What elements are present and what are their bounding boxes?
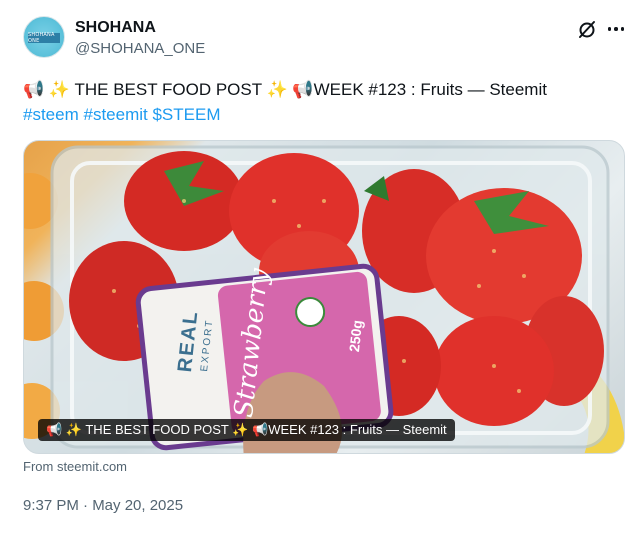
avatar[interactable]: SHOHANA ONE xyxy=(23,16,65,58)
grok-icon[interactable] xyxy=(576,18,598,40)
more-icon[interactable] xyxy=(604,18,628,40)
tweet-text: 📢 ✨ THE BEST FOOD POST ✨ 📢WEEK #123 : Fr… xyxy=(23,77,623,127)
tweet-line: 📢 ✨ THE BEST FOOD POST ✨ 📢WEEK #123 : Fr… xyxy=(23,80,547,99)
hashtag-steem[interactable]: #steem xyxy=(23,105,79,124)
card-image xyxy=(24,145,624,453)
label-weight: 250g xyxy=(346,319,366,353)
link-source[interactable]: From steemit.com xyxy=(23,459,127,474)
hashtag-row: #steem #steemit $STEEM xyxy=(23,102,623,127)
avatar-text: SHOHANA ONE xyxy=(28,32,55,44)
cashtag-steem[interactable]: $STEEM xyxy=(152,105,220,124)
card-caption: 📢 ✨ THE BEST FOOD POST ✨ 📢WEEK #123 : Fr… xyxy=(38,419,455,441)
author-display-name[interactable]: SHOHANA xyxy=(75,19,156,37)
author-handle[interactable]: @SHOHANA_ONE xyxy=(75,40,205,57)
hashtag-steemit[interactable]: #steemit xyxy=(83,105,147,124)
link-card[interactable]: REAL EXPORT Strawberry 250g 📢 ✨ THE BEST… xyxy=(23,140,625,454)
timestamp[interactable]: 9:37 PM · May 20, 2025 xyxy=(23,497,183,514)
